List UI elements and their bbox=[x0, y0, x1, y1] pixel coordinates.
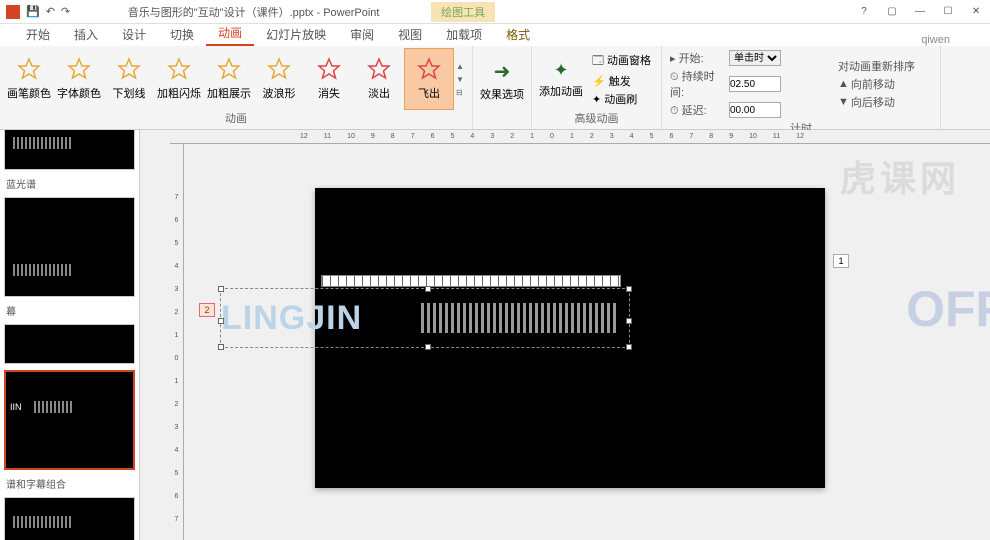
add-animation-button[interactable]: ✦ 添加动画 bbox=[536, 48, 586, 110]
window-title: 音乐与图形的"互动"设计（课件）.pptx - PowerPoint bbox=[76, 4, 431, 20]
ribbon: 画笔颜色字体颜色下划线加粗闪烁加粗展示波浪形消失淡出飞出▲▼⊟ 动画 ➜ 效果选… bbox=[0, 46, 990, 130]
star-icon bbox=[367, 57, 391, 81]
thumb-label-1: 蓝光谱 bbox=[0, 176, 139, 191]
star-icon bbox=[217, 57, 241, 81]
star-icon bbox=[117, 57, 141, 81]
tab-design[interactable]: 设计 bbox=[110, 23, 158, 46]
animation-painter-button[interactable]: ✦ 动画刷 bbox=[592, 91, 651, 107]
down-arrow-icon: ▼ bbox=[838, 96, 849, 108]
textbox-text: LINGJIN bbox=[221, 299, 362, 338]
pane-icon: 🗔 bbox=[592, 55, 607, 67]
workspace: 蓝光谱 幕 IIN 谱和字幕组合 12111098765432101234567… bbox=[0, 130, 990, 540]
clock-icon: ⏲ bbox=[670, 71, 682, 83]
tab-animations[interactable]: 动画 bbox=[206, 21, 254, 46]
bars-graphic bbox=[421, 303, 617, 333]
thumb-label-4: 谱和字幕组合 bbox=[0, 476, 139, 491]
effect-options-label: 效果选项 bbox=[480, 86, 524, 102]
tab-view[interactable]: 视图 bbox=[386, 23, 434, 46]
watermark-top: 虎课网 bbox=[840, 150, 960, 202]
reorder-controls: 对动画重新排序 ▲ 向前移动 ▼ 向后移动 bbox=[836, 56, 936, 112]
up-arrow-icon: ▲ bbox=[838, 78, 849, 90]
ribbon-tabs: 开始 插入 设计 切换 动画 幻灯片放映 审阅 视图 加载项 格式 qiwen bbox=[0, 24, 990, 46]
tab-insert[interactable]: 插入 bbox=[62, 23, 110, 46]
painter-icon: ✦ bbox=[592, 94, 604, 106]
horizontal-ruler: 1211109876543210123456789101112 bbox=[170, 130, 990, 144]
animation-6[interactable]: 消失 bbox=[304, 48, 354, 110]
start-label: ▸ 开始: bbox=[670, 50, 726, 66]
star-icon bbox=[417, 57, 441, 81]
thumbnail-5[interactable] bbox=[4, 497, 135, 540]
star-icon bbox=[267, 57, 291, 81]
app-icon[interactable] bbox=[6, 5, 20, 19]
slide-thumbnails[interactable]: 蓝光谱 幕 IIN 谱和字幕组合 bbox=[0, 130, 140, 540]
textbox-ruler bbox=[321, 275, 621, 287]
animation-1[interactable]: 字体颜色 bbox=[54, 48, 104, 110]
add-animation-label: 添加动画 bbox=[539, 83, 583, 99]
animation-order-tag[interactable]: 2 bbox=[199, 303, 215, 317]
arrow-right-icon: ➜ bbox=[494, 59, 511, 84]
animation-0[interactable]: 画笔颜色 bbox=[4, 48, 54, 110]
redo-icon[interactable]: ↷ bbox=[61, 5, 70, 18]
tab-transitions[interactable]: 切换 bbox=[158, 23, 206, 46]
contextual-tab-label: 绘图工具 bbox=[431, 2, 495, 22]
tab-addins[interactable]: 加载项 bbox=[434, 23, 494, 46]
animation-8[interactable]: 飞出 bbox=[404, 48, 454, 110]
star-icon bbox=[167, 57, 191, 81]
thumb-label-2: 幕 bbox=[0, 303, 139, 318]
tab-review[interactable]: 审阅 bbox=[338, 23, 386, 46]
animation-5[interactable]: 波浪形 bbox=[254, 48, 304, 110]
thumbnail-1[interactable] bbox=[4, 130, 135, 170]
play-icon: ▸ bbox=[670, 53, 679, 65]
group-label-advanced: 高级动画 bbox=[536, 110, 657, 128]
help-button[interactable]: ? bbox=[850, 2, 878, 22]
animation-pane-button[interactable]: 🗔 动画窗格 bbox=[592, 52, 651, 71]
move-earlier-button[interactable]: ▲ 向前移动 bbox=[838, 76, 934, 92]
quick-access-toolbar: 💾 ↶ ↷ bbox=[0, 5, 76, 19]
tab-slideshow[interactable]: 幻灯片放映 bbox=[254, 23, 338, 46]
trigger-icon: ⚡ bbox=[592, 76, 609, 88]
group-label-animation: 动画 bbox=[4, 110, 468, 128]
animation-3[interactable]: 加粗闪烁 bbox=[154, 48, 204, 110]
start-select[interactable]: 单击时 bbox=[729, 50, 781, 66]
animation-7[interactable]: 淡出 bbox=[354, 48, 404, 110]
animation-gallery: 画笔颜色字体颜色下划线加粗闪烁加粗展示波浪形消失淡出飞出▲▼⊟ bbox=[4, 48, 468, 110]
thumbnail-4[interactable]: IIN bbox=[4, 370, 135, 470]
reorder-label: 对动画重新排序 bbox=[838, 58, 934, 74]
selected-textbox[interactable]: 2 LINGJIN bbox=[220, 288, 630, 348]
gallery-more-button[interactable]: ▲▼⊟ bbox=[454, 62, 468, 97]
animation-4[interactable]: 加粗展示 bbox=[204, 48, 254, 110]
slide-canvas[interactable]: 1211109876543210123456789101112 76543210… bbox=[140, 130, 990, 540]
close-button[interactable]: ✕ bbox=[962, 2, 990, 22]
watermark-right: OFFI bbox=[906, 280, 990, 338]
maximize-button[interactable]: ☐ bbox=[934, 2, 962, 22]
star-icon bbox=[317, 57, 341, 81]
thumbnail-2[interactable] bbox=[4, 197, 135, 297]
tab-home[interactable]: 开始 bbox=[14, 23, 62, 46]
user-name[interactable]: qiwen bbox=[921, 34, 990, 46]
star-icon bbox=[67, 57, 91, 81]
star-icon bbox=[17, 57, 41, 81]
ribbon-collapse-button[interactable]: ▢ bbox=[878, 2, 906, 22]
delay-icon: ⏱ bbox=[670, 105, 682, 117]
delay-input[interactable] bbox=[729, 102, 781, 118]
move-later-button[interactable]: ▼ 向后移动 bbox=[838, 94, 934, 110]
timing-controls: ▸ 开始: 单击时 ⏲ 持续时间: ⏱ 延迟: bbox=[666, 48, 836, 120]
slide-number-badge: 1 bbox=[833, 254, 849, 268]
window-controls: ? ▢ — ☐ ✕ bbox=[850, 2, 990, 22]
animation-2[interactable]: 下划线 bbox=[104, 48, 154, 110]
vertical-ruler: 765432101234567 bbox=[170, 144, 184, 540]
delay-label: ⏱ 延迟: bbox=[670, 102, 726, 118]
trigger-button[interactable]: ⚡ 触发 bbox=[592, 73, 651, 89]
title-bar: 💾 ↶ ↷ 音乐与图形的"互动"设计（课件）.pptx - PowerPoint… bbox=[0, 0, 990, 24]
duration-label: ⏲ 持续时间: bbox=[670, 68, 726, 100]
save-icon[interactable]: 💾 bbox=[26, 5, 40, 18]
undo-icon[interactable]: ↶ bbox=[46, 5, 55, 18]
minimize-button[interactable]: — bbox=[906, 2, 934, 22]
tab-format[interactable]: 格式 bbox=[494, 23, 542, 46]
duration-input[interactable] bbox=[729, 76, 781, 92]
effect-options-button[interactable]: ➜ 效果选项 bbox=[477, 50, 527, 112]
star-add-icon: ✦ bbox=[553, 60, 568, 81]
thumbnail-3[interactable] bbox=[4, 324, 135, 364]
